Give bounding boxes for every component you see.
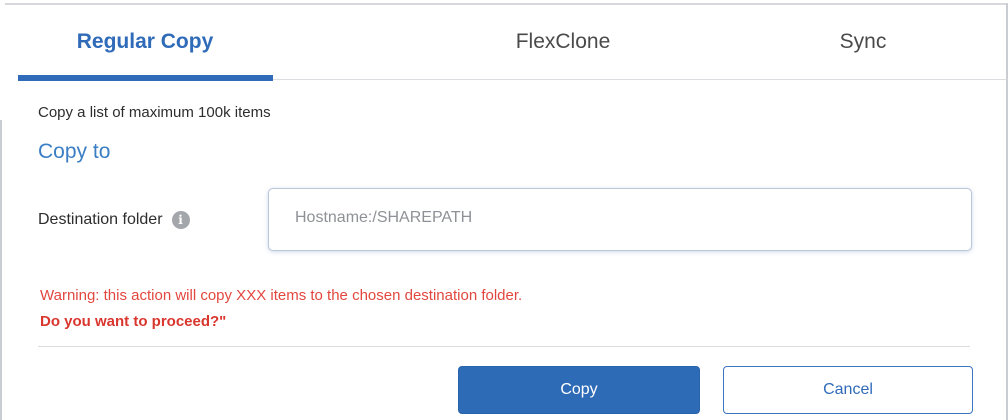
tab-bar: Regular Copy FlexClone Sync: [18, 5, 1008, 82]
info-icon[interactable]: i: [171, 211, 190, 229]
footer-divider: [38, 346, 970, 347]
destination-folder-label-text: Destination folder: [38, 211, 163, 228]
cancel-button[interactable]: Cancel: [723, 366, 973, 414]
tabs-divider: [273, 79, 1007, 80]
proceed-question: Do you want to proceed?": [40, 313, 227, 330]
warning-message: Warning: this action will copy XXX items…: [40, 287, 523, 304]
section-title-copy-to: Copy to: [38, 140, 111, 163]
copy-button[interactable]: Copy: [458, 366, 700, 414]
tab-flexclone[interactable]: FlexClone: [438, 5, 688, 82]
copy-limit-text: Copy a list of maximum 100k items: [38, 104, 271, 121]
destination-folder-input[interactable]: [268, 188, 972, 251]
copy-dialog: Regular Copy FlexClone Sync Copy a list …: [0, 0, 1008, 420]
tab-sync[interactable]: Sync: [738, 5, 988, 82]
active-tab-indicator: [18, 75, 273, 81]
tab-regular-copy[interactable]: Regular Copy: [18, 5, 272, 82]
dialog-border-left: [0, 120, 2, 420]
destination-folder-label: Destination folder i: [38, 211, 190, 229]
